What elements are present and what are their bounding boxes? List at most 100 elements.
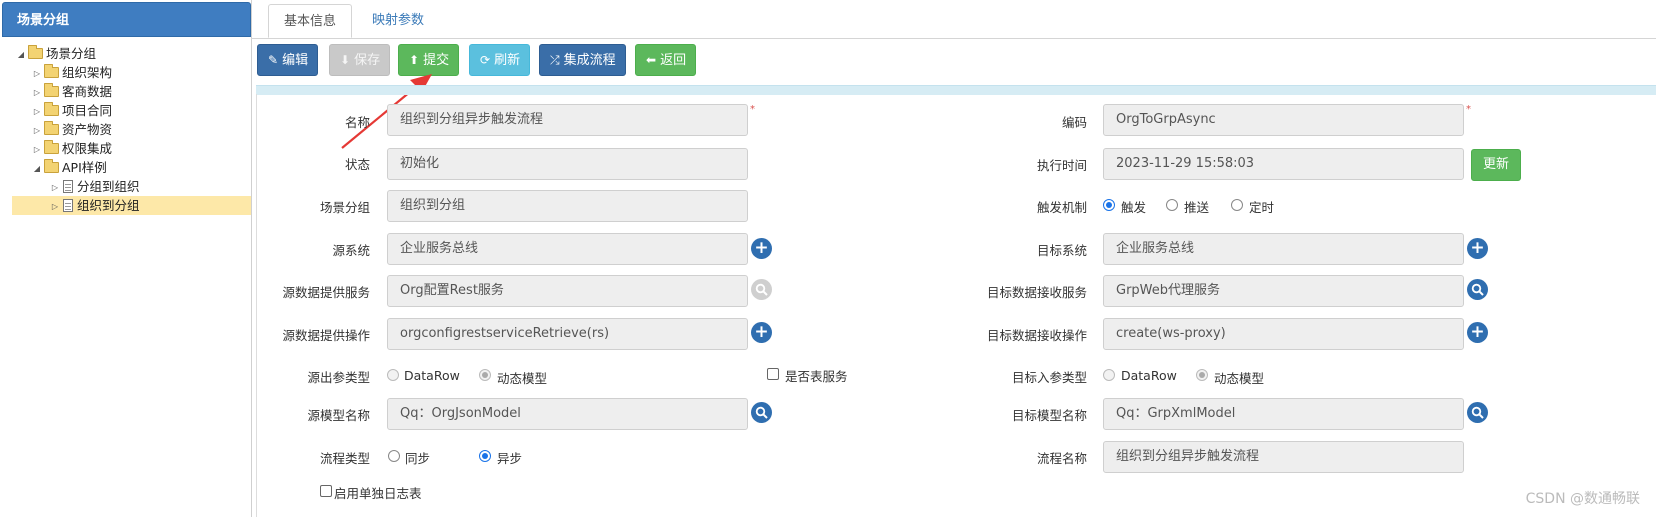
content-divider bbox=[256, 94, 257, 517]
separate-log-checkbox[interactable] bbox=[320, 485, 332, 497]
src-model-field[interactable]: Qq：OrgJsonModel bbox=[387, 398, 748, 430]
flow-name-field[interactable]: 组织到分组异步触发流程 bbox=[1103, 441, 1464, 473]
flow-type-label: 流程类型 bbox=[319, 451, 370, 466]
edit-icon: ✎ bbox=[268, 53, 279, 67]
tree-node-permission[interactable]: ▷ 权限集成 bbox=[32, 139, 112, 158]
expand-icon[interactable]: ▷ bbox=[32, 102, 42, 121]
code-field[interactable]: OrgToGrpAsync bbox=[1103, 104, 1464, 136]
edit-button[interactable]: ✎ 编辑 bbox=[257, 44, 319, 76]
back-button[interactable]: ⬅ 返回 bbox=[635, 44, 697, 76]
folder-open-icon bbox=[28, 45, 43, 59]
dst-system-label: 目标系统 bbox=[1036, 243, 1087, 258]
expand-icon[interactable]: ▷ bbox=[32, 121, 42, 140]
tree-node-project-contract[interactable]: ▷ 项目合同 bbox=[32, 101, 112, 120]
tree-node-org-to-group[interactable]: ▷ 组织到分组 bbox=[12, 196, 251, 215]
src-param-radio-datarow[interactable] bbox=[387, 369, 399, 381]
collapse-icon[interactable]: ◢ bbox=[16, 45, 26, 64]
folder-icon bbox=[44, 140, 59, 154]
status-field[interactable]: 初始化 bbox=[387, 148, 748, 180]
tree-node-root[interactable]: ◢ 场景分组 bbox=[16, 44, 96, 63]
dst-param-type-label: 目标入参类型 bbox=[1011, 370, 1087, 385]
status-label: 状态 bbox=[344, 157, 370, 172]
refresh-button[interactable]: ⟳ 刷新 bbox=[469, 44, 531, 76]
src-system-field[interactable]: 企业服务总线 bbox=[387, 233, 748, 265]
src-param-radio-dynamic[interactable] bbox=[479, 369, 491, 381]
collapse-icon[interactable]: ◢ bbox=[32, 159, 42, 178]
trigger-radio-scheduled[interactable] bbox=[1231, 199, 1243, 211]
document-icon bbox=[63, 199, 73, 212]
dst-op-field[interactable]: create(ws-proxy) bbox=[1103, 318, 1464, 350]
flow-name-label: 流程名称 bbox=[1036, 451, 1087, 466]
search-icon[interactable] bbox=[751, 402, 772, 423]
code-label: 编码 bbox=[1061, 115, 1087, 130]
src-system-label: 源系统 bbox=[332, 243, 370, 258]
search-icon[interactable] bbox=[751, 279, 772, 300]
expand-icon[interactable]: ▷ bbox=[32, 140, 42, 159]
dst-param-radio-dynamic[interactable] bbox=[1196, 369, 1208, 381]
dst-model-field[interactable]: Qq：GrpXmlModel bbox=[1103, 398, 1464, 430]
folder-icon bbox=[44, 102, 59, 116]
src-service-label: 源数据提供服务 bbox=[282, 285, 370, 300]
required-mark: * bbox=[750, 104, 755, 115]
table-service-checkbox[interactable] bbox=[767, 368, 779, 380]
tab-mapping-params[interactable]: 映射参数 bbox=[357, 4, 439, 38]
flow-type-radio-async[interactable] bbox=[479, 450, 491, 462]
trigger-label: 触发机制 bbox=[1036, 200, 1087, 215]
trigger-radio-trigger[interactable] bbox=[1103, 199, 1115, 211]
dst-system-field[interactable]: 企业服务总线 bbox=[1103, 233, 1464, 265]
dst-param-radio-datarow[interactable] bbox=[1103, 369, 1115, 381]
expand-icon[interactable]: ▷ bbox=[50, 197, 60, 216]
scheduled-option-label: 定时 bbox=[1249, 200, 1275, 215]
name-field[interactable]: 组织到分组异步触发流程 bbox=[387, 104, 748, 136]
datarow-option-label: DataRow bbox=[1121, 368, 1177, 383]
folder-open-icon bbox=[44, 159, 59, 173]
name-label: 名称 bbox=[344, 115, 370, 130]
expand-icon[interactable]: ▷ bbox=[32, 64, 42, 83]
watermark: CSDN @数通畅联 bbox=[1525, 491, 1640, 507]
required-mark: * bbox=[1466, 104, 1471, 115]
add-icon[interactable]: + bbox=[751, 322, 772, 343]
update-button[interactable]: 更新 bbox=[1471, 149, 1521, 181]
tree-node-api-samples[interactable]: ◢ API样例 bbox=[32, 158, 107, 177]
separate-log-label: 启用单独日志表 bbox=[334, 486, 422, 501]
add-icon[interactable]: + bbox=[1467, 322, 1488, 343]
tab-basic-info[interactable]: 基本信息 bbox=[268, 4, 353, 38]
flow-type-radio-sync[interactable] bbox=[388, 450, 400, 462]
form-header-bar bbox=[256, 85, 1656, 95]
arrow-left-icon: ⬅ bbox=[646, 53, 657, 67]
refresh-icon: ⟳ bbox=[480, 53, 491, 67]
trigger-option-label: 触发 bbox=[1121, 200, 1147, 215]
exec-time-label: 执行时间 bbox=[1036, 158, 1087, 173]
search-icon[interactable] bbox=[1467, 402, 1488, 423]
src-param-type-label: 源出参类型 bbox=[307, 370, 370, 385]
shuffle-icon: ⤮ bbox=[550, 53, 560, 67]
folder-icon bbox=[44, 64, 59, 78]
search-icon[interactable] bbox=[1467, 279, 1488, 300]
scene-group-field[interactable]: 组织到分组 bbox=[387, 190, 748, 222]
dst-model-label: 目标模型名称 bbox=[1011, 408, 1087, 423]
src-op-field[interactable]: orgconfigrestserviceRetrieve(rs) bbox=[387, 318, 748, 350]
src-op-label: 源数据提供操作 bbox=[282, 328, 370, 343]
folder-icon bbox=[44, 121, 59, 135]
tree-node-org-structure[interactable]: ▷ 组织架构 bbox=[32, 63, 112, 82]
expand-icon[interactable]: ▷ bbox=[32, 83, 42, 102]
folder-icon bbox=[44, 83, 59, 97]
async-option-label: 异步 bbox=[497, 451, 523, 466]
add-icon[interactable]: + bbox=[751, 238, 772, 259]
trigger-radio-push[interactable] bbox=[1166, 199, 1178, 211]
src-service-field[interactable]: Org配置Rest服务 bbox=[387, 275, 748, 307]
dynamic-model-option-label: 动态模型 bbox=[1214, 371, 1265, 386]
expand-icon[interactable]: ▷ bbox=[50, 178, 60, 197]
sidebar: 场景分组 ◢ 场景分组 ▷ 组织架构 ▷ 客商数据 ▷ 项目合同 ▷ 资产物资 ▷ 权限集成… bbox=[0, 0, 252, 517]
tree-node-group-to-org[interactable]: ▷ 分组到组织 bbox=[50, 177, 140, 196]
tree-node-assets[interactable]: ▷ 资产物资 bbox=[32, 120, 112, 139]
document-icon bbox=[63, 180, 73, 193]
add-icon[interactable]: + bbox=[1467, 238, 1488, 259]
exec-time-field[interactable]: 2023-11-29 15:58:03 bbox=[1103, 148, 1464, 180]
tree-node-merchant-data[interactable]: ▷ 客商数据 bbox=[32, 82, 112, 101]
dst-service-field[interactable]: GrpWeb代理服务 bbox=[1103, 275, 1464, 307]
push-option-label: 推送 bbox=[1184, 200, 1210, 215]
table-service-label: 是否表服务 bbox=[785, 369, 848, 384]
dynamic-model-option-label: 动态模型 bbox=[497, 371, 548, 386]
integration-flow-button[interactable]: ⤮ 集成流程 bbox=[539, 44, 626, 76]
